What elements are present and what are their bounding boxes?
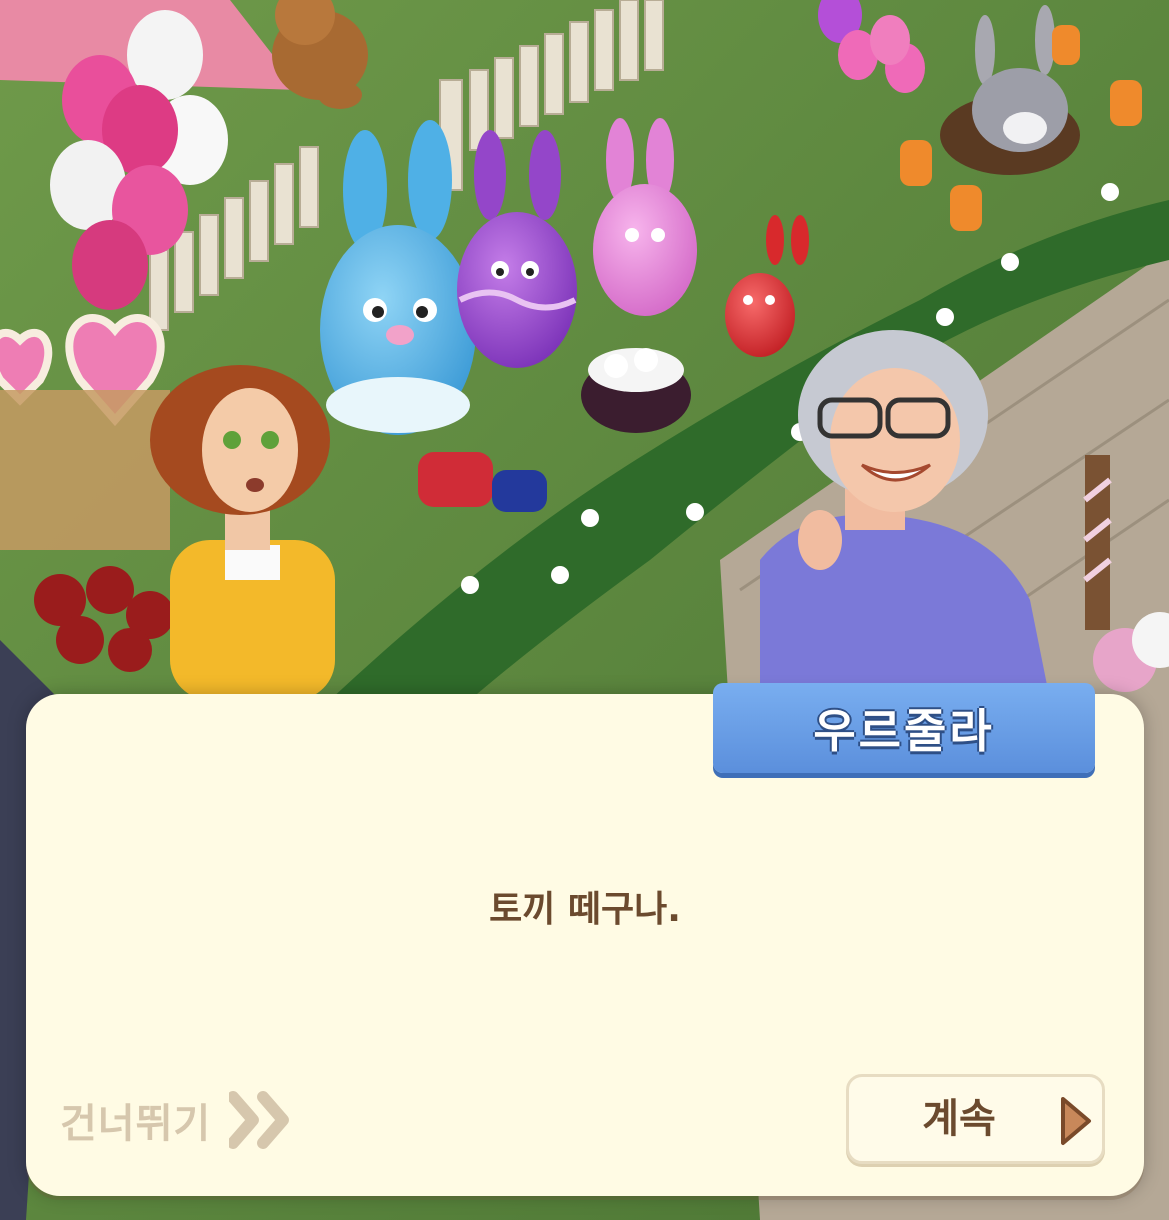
skip-label: 건너뛰기 <box>60 1101 212 1147</box>
double-chevron-right-icon <box>229 1091 290 1149</box>
play-triangle-icon <box>1061 1097 1091 1145</box>
dialog-text: 토끼 떼구나. <box>489 889 681 930</box>
continue-button[interactable]: 계속 <box>846 1074 1105 1164</box>
wooden-planter <box>0 390 170 550</box>
skip-button[interactable]: 건너뛰기 <box>60 1088 293 1152</box>
speaker-name: 우르줄라 <box>813 704 995 758</box>
speaker-name-tag: 우르줄라 <box>713 683 1095 773</box>
gift-box <box>418 452 493 507</box>
continue-label: 계속 <box>922 1096 996 1142</box>
egg-basket <box>581 348 691 433</box>
